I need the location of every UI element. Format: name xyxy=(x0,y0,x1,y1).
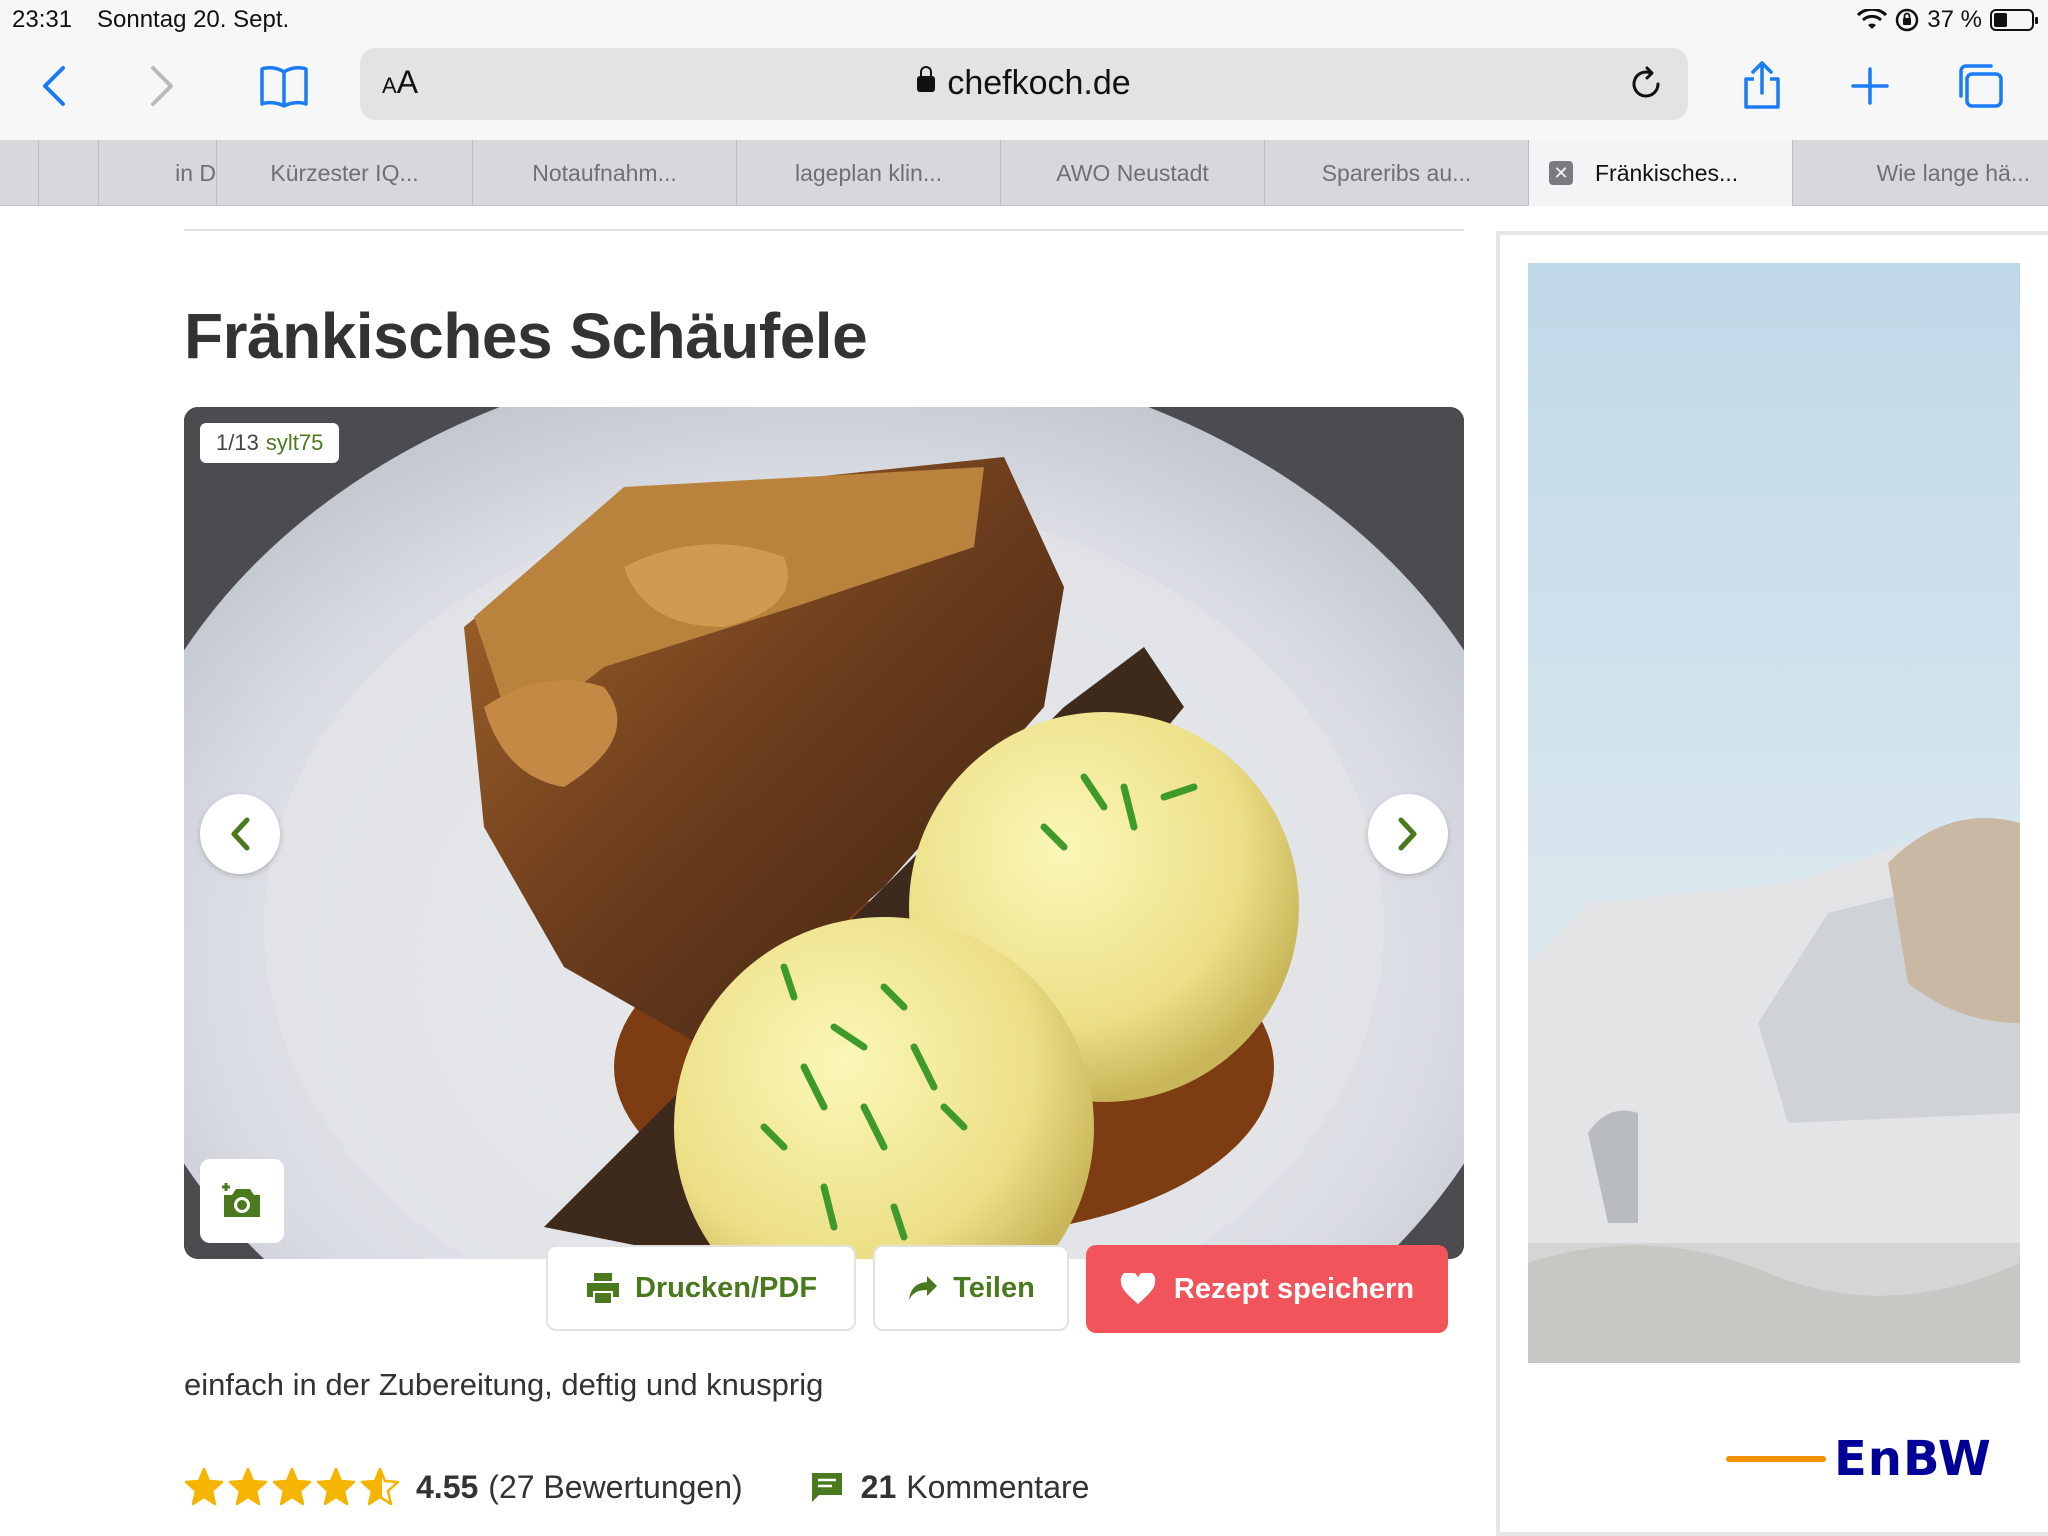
enbw-logo: EnBW xyxy=(1726,1431,1992,1487)
status-bar: 23:31 Sonntag 20. Sept. 37 % xyxy=(0,0,2048,40)
save-recipe-button[interactable]: Rezept speichern xyxy=(1086,1245,1448,1333)
gallery-next-button[interactable] xyxy=(1368,794,1448,874)
share-arrow-icon xyxy=(909,1276,938,1300)
plus-icon xyxy=(1851,67,1889,105)
star-icon xyxy=(316,1467,356,1506)
add-photo-button[interactable] xyxy=(200,1159,284,1243)
recipe-subtitle: einfach in der Zubereitung, deftig und k… xyxy=(184,1367,824,1402)
status-indicators: 37 % xyxy=(1857,6,2038,34)
comments-count: 21 xyxy=(860,1468,897,1505)
tab-label: Fränkisches... xyxy=(1595,159,1739,186)
rating-row: 4.55 (27 Bewertungen) 21 Kommentare xyxy=(184,1465,1089,1509)
new-tab-button[interactable] xyxy=(1840,56,1900,116)
heart-icon xyxy=(1120,1273,1156,1304)
recipe-image-gallery[interactable]: 1/13 sylt75 xyxy=(184,407,1464,1259)
recipe-photo xyxy=(184,407,1464,1259)
rotation-lock-icon xyxy=(1896,8,1919,32)
recipe-title: Fränkisches Schäufele xyxy=(184,300,868,372)
book-icon xyxy=(260,66,308,108)
tab-bar: in D Kürzester IQ... Notaufnahm... lagep… xyxy=(0,140,2048,206)
tab-item[interactable]: Kürzester IQ... xyxy=(216,140,472,206)
chevron-left-icon xyxy=(43,66,65,106)
back-button[interactable] xyxy=(24,56,84,116)
gallery-prev-button[interactable] xyxy=(200,794,280,874)
star-icon xyxy=(272,1467,312,1506)
comments-label: Kommentare xyxy=(906,1468,1090,1505)
bookmarks-button[interactable] xyxy=(254,56,314,116)
forward-button[interactable] xyxy=(132,56,192,116)
wifi-icon xyxy=(1857,9,1888,29)
star-icon xyxy=(360,1467,400,1506)
print-label: Drucken/PDF xyxy=(634,1271,818,1304)
tab-item[interactable]: Notaufnahm... xyxy=(472,140,736,206)
address-bar[interactable]: AA chefkoch.de xyxy=(360,48,1688,120)
tab-item[interactable]: in D xyxy=(98,140,216,206)
status-time: 23:31 xyxy=(12,6,73,33)
tab-item[interactable]: Spareribs au... xyxy=(1264,140,1528,206)
tabs-icon xyxy=(1959,64,2003,108)
rating-count[interactable]: (27 Bewertungen) xyxy=(488,1469,742,1506)
tab-item[interactable]: lageplan klin... xyxy=(736,140,1000,206)
reload-button[interactable] xyxy=(1624,62,1668,106)
tab-close-icon[interactable]: ✕ xyxy=(1549,161,1573,185)
gallery-author-link[interactable]: sylt75 xyxy=(266,430,323,456)
battery-percent: 37 % xyxy=(1927,6,1982,33)
rating-score: 4.55 xyxy=(416,1468,479,1505)
status-date: Sonntag 20. Sept. xyxy=(97,6,290,33)
reload-icon xyxy=(1632,66,1660,98)
add-camera-icon xyxy=(222,1183,260,1217)
gallery-index: 1/13 xyxy=(216,430,259,455)
tab-item[interactable] xyxy=(38,140,98,206)
divider xyxy=(184,229,1464,231)
comment-icon xyxy=(811,1473,842,1502)
logo-bar xyxy=(1726,1456,1826,1462)
tab-item[interactable]: Wie lange hä... xyxy=(1792,140,2048,206)
chevron-right-icon xyxy=(1398,817,1417,851)
url-display[interactable]: chefkoch.de xyxy=(360,64,1688,103)
ad-image xyxy=(1528,263,2020,1363)
save-label: Rezept speichern xyxy=(1173,1272,1415,1305)
lock-icon xyxy=(917,66,936,92)
advertisement[interactable]: EnBW xyxy=(1496,231,2048,1536)
web-content: Fränkisches Schäufele 1/13 sylt75 Drucke… xyxy=(0,207,2048,1536)
share-icon xyxy=(1744,61,1780,109)
battery-icon xyxy=(1990,9,2038,31)
share-label: Teilen xyxy=(953,1271,1035,1304)
comments-link[interactable]: 21 Kommentare xyxy=(809,1468,1090,1506)
print-pdf-button[interactable]: Drucken/PDF xyxy=(546,1245,856,1331)
tab-overview-button[interactable] xyxy=(1950,56,2010,116)
browser-toolbar: AA chefkoch.de xyxy=(0,40,2048,140)
url-domain: chefkoch.de xyxy=(947,64,1131,102)
star-icon xyxy=(228,1467,268,1506)
star-icon xyxy=(184,1467,224,1506)
gallery-counter: 1/13 sylt75 xyxy=(200,423,340,463)
chevron-left-icon xyxy=(231,817,250,851)
tab-item[interactable]: AWO Neustadt xyxy=(1000,140,1264,206)
printer-icon xyxy=(586,1273,619,1303)
tab-item-active[interactable]: ✕ Fränkisches... xyxy=(1528,140,1792,206)
share-button[interactable] xyxy=(1732,56,1792,116)
rating-stars[interactable] xyxy=(184,1467,400,1507)
ad-brand: EnBW xyxy=(1834,1431,1992,1487)
chevron-right-icon xyxy=(151,66,173,106)
share-recipe-button[interactable]: Teilen xyxy=(873,1245,1069,1331)
